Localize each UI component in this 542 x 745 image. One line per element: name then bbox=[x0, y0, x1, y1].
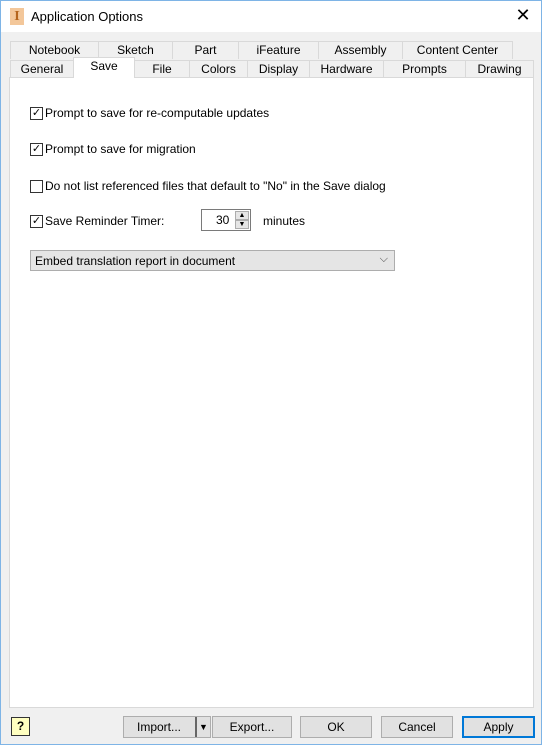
tab-general[interactable]: General bbox=[10, 60, 74, 78]
spin-up-icon[interactable]: ▲ bbox=[235, 211, 249, 220]
app-icon: I bbox=[10, 8, 24, 25]
tab-content-center[interactable]: Content Center bbox=[402, 41, 513, 59]
tab-part[interactable]: Part bbox=[172, 41, 239, 59]
reminder-minutes-spinner[interactable]: 30 ▲ ▼ bbox=[201, 209, 251, 231]
chevron-down-icon: ⌵ bbox=[379, 253, 388, 265]
tab-save[interactable]: Save bbox=[73, 57, 135, 78]
tab-display[interactable]: Display bbox=[247, 60, 310, 78]
tab-prompts[interactable]: Prompts bbox=[383, 60, 466, 78]
tab-assembly[interactable]: Assembly bbox=[318, 41, 403, 59]
import-dropdown-icon[interactable]: ▼ bbox=[195, 717, 210, 737]
checkbox-checked-icon[interactable]: ✓ bbox=[30, 142, 43, 156]
spinner-value[interactable]: 30 bbox=[216, 213, 229, 227]
checkbox-label: Save Reminder Timer: bbox=[45, 214, 165, 228]
no-list-referenced-checkbox[interactable]: Do not list referenced files that defaul… bbox=[30, 179, 386, 193]
prompt-recompute-checkbox[interactable]: ✓ Prompt to save for re-computable updat… bbox=[30, 106, 269, 120]
export-button[interactable]: Export... bbox=[212, 716, 292, 738]
tab-drawing[interactable]: Drawing bbox=[465, 60, 534, 78]
help-button[interactable]: ? bbox=[11, 717, 30, 736]
checkbox-checked-icon[interactable]: ✓ bbox=[30, 214, 43, 228]
window-title: Application Options bbox=[31, 9, 144, 24]
cancel-button[interactable]: Cancel bbox=[381, 716, 453, 738]
tab-file[interactable]: File bbox=[134, 60, 190, 78]
apply-button[interactable]: Apply bbox=[462, 716, 535, 738]
tab-colors[interactable]: Colors bbox=[189, 60, 248, 78]
prompt-migration-checkbox[interactable]: ✓ Prompt to save for migration bbox=[30, 142, 196, 156]
translation-report-select[interactable]: Embed translation report in document ⌵ bbox=[30, 250, 395, 271]
save-options-panel bbox=[9, 77, 534, 708]
application-options-dialog: I Application Options ✕ Notebook Sketch … bbox=[0, 0, 542, 745]
import-label: Import... bbox=[137, 720, 182, 734]
tab-hardware[interactable]: Hardware bbox=[309, 60, 384, 78]
title-bar: I Application Options ✕ bbox=[1, 1, 541, 32]
checkbox-checked-icon[interactable]: ✓ bbox=[30, 106, 43, 120]
close-icon[interactable]: ✕ bbox=[513, 5, 533, 26]
spin-down-icon[interactable]: ▼ bbox=[235, 220, 249, 229]
ok-button[interactable]: OK bbox=[300, 716, 372, 738]
tab-ifeature[interactable]: iFeature bbox=[238, 41, 319, 59]
select-value: Embed translation report in document bbox=[35, 254, 236, 268]
checkbox-label: Do not list referenced files that defaul… bbox=[45, 179, 386, 193]
minutes-label: minutes bbox=[263, 214, 306, 228]
save-reminder-checkbox[interactable]: ✓ Save Reminder Timer: bbox=[30, 214, 164, 228]
import-button[interactable]: Import... ▼ bbox=[123, 716, 211, 738]
checkbox-unchecked-icon[interactable] bbox=[30, 179, 43, 193]
checkbox-label: Prompt to save for migration bbox=[45, 142, 196, 156]
checkbox-label: Prompt to save for re-computable updates bbox=[45, 106, 270, 120]
